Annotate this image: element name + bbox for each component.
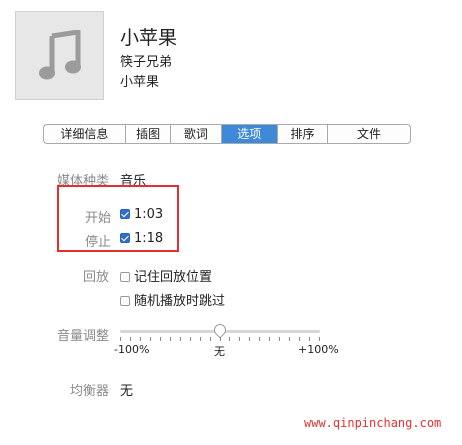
tab-details[interactable]: 详细信息 (44, 125, 126, 143)
volume-tick (170, 337, 171, 341)
start-row: 1:03 (120, 207, 163, 222)
skip-shuffle-row: 随机播放时跳过 (120, 290, 225, 309)
volume-tick (229, 337, 230, 341)
volume-mid-label: 无 (214, 345, 225, 358)
skip-shuffle-checkbox[interactable] (120, 296, 130, 306)
volume-tick (269, 337, 270, 341)
stop-time-field[interactable]: 1:18 (134, 231, 163, 246)
song-title: 小苹果 (120, 27, 178, 49)
stop-checkbox[interactable] (120, 233, 130, 243)
volume-tick (259, 337, 260, 341)
remember-position-checkbox[interactable] (120, 272, 130, 282)
volume-tick (130, 337, 131, 341)
tab-sorting[interactable]: 排序 (278, 125, 329, 143)
remember-position-label[interactable]: 记住回放位置 (134, 270, 212, 285)
watermark-text: www.qinpinchang.com (304, 416, 442, 430)
volume-tick (210, 337, 211, 341)
volume-tick (239, 337, 240, 341)
volume-min-label: -100% (114, 343, 150, 356)
volume-tick (120, 337, 121, 341)
volume-slider-thumb[interactable] (211, 321, 229, 339)
artist-name: 筷子兄弟 (120, 55, 173, 70)
volume-tick (140, 337, 141, 341)
music-note-icon (39, 30, 81, 80)
volume-tick (319, 337, 320, 341)
album-name: 小苹果 (120, 75, 160, 90)
volume-tick (160, 337, 161, 341)
start-label: 开始 (84, 211, 111, 226)
volume-tick (309, 337, 310, 341)
stop-row: 1:18 (120, 231, 163, 246)
equalizer-label: 均衡器 (69, 384, 109, 399)
volume-tick (200, 337, 201, 341)
start-checkbox[interactable] (120, 209, 130, 219)
volume-tick (220, 337, 221, 341)
tab-options[interactable]: 选项 (221, 125, 278, 143)
playback-label: 回放 (82, 270, 109, 285)
stop-label: 停止 (84, 235, 111, 250)
volume-tick (289, 337, 290, 341)
tab-lyrics[interactable]: 歌词 (171, 125, 222, 143)
remember-position-row: 记住回放位置 (120, 266, 212, 285)
skip-shuffle-label[interactable]: 随机播放时跳过 (134, 294, 225, 309)
volume-tick (279, 337, 280, 341)
volume-max-label: +100% (298, 343, 339, 356)
volume-tick (190, 337, 191, 341)
volume-tick (249, 337, 250, 341)
volume-tick (180, 337, 181, 341)
album-artwork (15, 11, 104, 100)
volume-tick (150, 337, 151, 341)
equalizer-value[interactable]: 无 (120, 380, 133, 399)
start-time-field[interactable]: 1:03 (134, 207, 163, 222)
volume-label: 音量调整 (56, 329, 109, 344)
info-tab-bar: 详细信息 插图 歌词 选项 排序 文件 (43, 124, 411, 144)
tab-file[interactable]: 文件 (328, 125, 410, 143)
volume-tick (299, 337, 300, 341)
tab-artwork[interactable]: 插图 (126, 125, 172, 143)
